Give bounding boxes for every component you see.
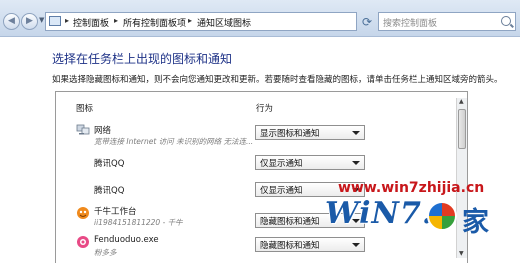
breadcrumb-separator-icon[interactable]: ▸ bbox=[114, 16, 118, 25]
app-status: 宽带连接 Internet 访问 未识别的网络 无法连... bbox=[94, 137, 254, 146]
back-button[interactable]: ◀ bbox=[3, 13, 20, 30]
breadcrumb-control-panel[interactable]: 控制面板 bbox=[73, 16, 109, 29]
behavior-value: 仅显示通知 bbox=[260, 186, 303, 196]
qianniu-icon bbox=[77, 207, 89, 219]
watermark-logo-char: 家 bbox=[462, 207, 489, 238]
scrollbar-thumb[interactable] bbox=[458, 109, 466, 149]
app-name: 网络 bbox=[94, 126, 112, 136]
scroll-down-icon[interactable]: ▼ bbox=[459, 250, 464, 257]
breadcrumb-separator-icon[interactable]: ▸ bbox=[65, 16, 69, 25]
app-status: 粉多多 bbox=[94, 248, 117, 257]
forward-button[interactable]: ▶ bbox=[21, 13, 38, 30]
behavior-value: 隐藏图标和通知 bbox=[260, 217, 320, 227]
control-panel-icon bbox=[49, 16, 61, 26]
back-arrow-icon: ◀ bbox=[8, 16, 15, 26]
scroll-up-icon[interactable]: ▲ bbox=[459, 98, 464, 105]
fenduoduo-icon bbox=[77, 236, 89, 248]
breadcrumb-notification-icons[interactable]: 通知区域图标 bbox=[197, 16, 251, 29]
chevron-down-icon bbox=[352, 161, 360, 165]
address-bar: ◀ ▶ ▼ ▸ 控制面板 ▸ 所有控制面板项 ▸ 通知区域图标 ▼ ⟳ 搜索控制… bbox=[0, 0, 520, 37]
table-row: 网络 宽带连接 Internet 访问 未识别的网络 无法连... 显示图标和通… bbox=[56, 121, 456, 151]
app-status: ii1984151811220 - 千牛 bbox=[94, 218, 183, 227]
network-icon bbox=[76, 124, 90, 135]
behavior-value: 隐藏图标和通知 bbox=[260, 241, 320, 251]
app-name: Fenduoduo.exe bbox=[94, 235, 159, 245]
forward-arrow-icon: ▶ bbox=[26, 16, 33, 26]
refresh-icon[interactable]: ⟳ bbox=[362, 15, 372, 29]
windows-flag-icon bbox=[427, 201, 457, 231]
table-row: 腾讯QQ 仅显示通知 bbox=[56, 151, 456, 181]
behavior-select[interactable]: 显示图标和通知 bbox=[255, 125, 365, 140]
watermark-url: www.win7zhijia.cn bbox=[338, 180, 485, 196]
behavior-value: 仅显示通知 bbox=[260, 159, 303, 169]
search-icon[interactable] bbox=[501, 16, 511, 26]
column-header-icon: 图标 bbox=[76, 104, 94, 114]
app-name: 腾讯QQ bbox=[94, 159, 125, 169]
breadcrumb-all-items[interactable]: 所有控制面板项 bbox=[123, 16, 186, 29]
page-title: 选择在任务栏上出现的图标和通知 bbox=[52, 52, 233, 66]
search-input[interactable]: 搜索控制面板 bbox=[378, 12, 516, 31]
behavior-select[interactable]: 仅显示通知 bbox=[255, 155, 365, 170]
chevron-down-icon bbox=[352, 131, 360, 135]
app-name: 腾讯QQ bbox=[94, 186, 125, 196]
page-description: 如果选择隐藏图标和通知，则不会向您通知更改和更新。若要随时查看隐藏的图标，请单击… bbox=[52, 75, 503, 85]
search-placeholder: 搜索控制面板 bbox=[383, 19, 438, 29]
recent-pages-dropdown-icon[interactable]: ▼ bbox=[39, 16, 44, 24]
breadcrumb-separator-icon[interactable]: ▸ bbox=[188, 16, 192, 25]
breadcrumb[interactable]: ▸ 控制面板 ▸ 所有控制面板项 ▸ 通知区域图标 ▼ bbox=[45, 12, 394, 31]
column-header-behavior: 行为 bbox=[256, 104, 274, 114]
app-name: 千牛工作台 bbox=[94, 207, 137, 217]
behavior-value: 显示图标和通知 bbox=[260, 129, 320, 139]
